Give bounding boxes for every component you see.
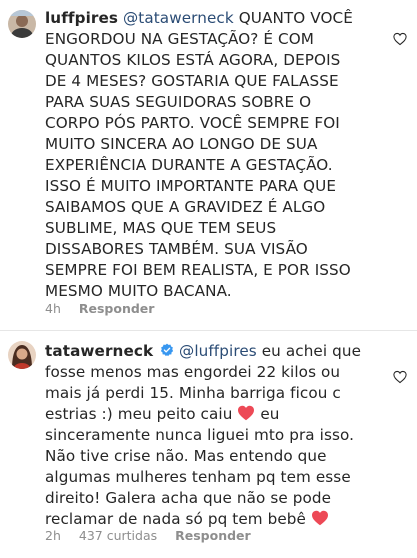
comment-time: 4h [45,301,61,316]
comment-line: MUITO SINCERA AO LONGO DE SUA [45,135,318,153]
comment-line: ENGORDOU NA GESTAÇÃO? É COM [45,30,314,48]
comment-line: sinceramente nunca liguei mto pra isso. [45,426,355,444]
comment-line: estrias :) meu peito caiu [45,405,233,423]
comment-line: eu [260,405,280,423]
verified-badge-icon [160,343,174,357]
comment-line: eu achei que [261,342,362,360]
reply-button[interactable]: Responder [79,301,155,316]
avatar-luffpires[interactable] [8,10,36,38]
comment-line: QUANTO VOCÊ [238,9,353,27]
comment-mention[interactable]: @tatawerneck [123,9,234,27]
comment-username[interactable]: luffpires [45,9,118,27]
comment-text: tatawerneck @luffpires eu achei que foss… [45,341,385,530]
comment-line: algumas mulheres tenham pq tem esse [45,468,351,486]
comment-line: SAIBAMOS QUE A GRAVIDEZ É ALGO [45,198,326,216]
comment-line: CORPO PÓS PARTO. VOCÊ SEMPRE FOI [45,114,340,132]
comment-line: EXPERIÊNCIA DURANTE A GESTAÇÃO. [45,156,333,174]
comment-line: reclamar de nada só pq tem bebê [45,510,306,528]
comment-line: SEMPRE FOI BEM REALISTA, E POR ISSO [45,261,351,279]
comment-text: luffpires @tatawerneck QUANTO VOCÊ ENGOR… [45,8,385,302]
comment-line: PARA SUAS SEGUIDORAS SOBRE O [45,93,312,111]
comment-line: SUBLIME, MAS QUE TEM SEUS [45,219,277,237]
comment-time: 2h [45,528,61,543]
comment-line: fosse menos mas engordei 22 kilos ou [45,363,341,381]
likes-count[interactable]: 437 curtidas [79,528,157,543]
comment-line: ISSO É MUITO IMPORTANTE PARA QUE [45,177,337,195]
comment-username[interactable]: tatawerneck [45,342,153,360]
red-heart-emoji [238,405,255,421]
comment-mention[interactable]: @luffpires [179,342,257,360]
avatar-tatawerneck[interactable] [8,341,36,369]
comment-line: direito! Galera acha que não se pode [45,489,332,507]
comment-line: DE 4 MESES? GOSTARIA QUE FALASSE [45,72,339,90]
comment-line: DISSABORES TAMBÉM. SUA VISÃO [45,240,308,258]
heart-outline-icon[interactable] [393,370,407,384]
divider [0,330,417,331]
comment-line: MESMO MUITO BACANA. [45,282,232,300]
comment-line: mais já perdi 15. Minha barriga ficou c [45,384,341,402]
heart-outline-icon[interactable] [393,32,407,46]
reply-button[interactable]: Responder [175,528,251,543]
comment-meta: 2h 437 curtidas Responder [45,528,265,543]
comment-line: QUANTOS KILOS ESTÁ AGORA, DEPOIS [45,51,341,69]
comment-meta: 4h Responder [45,301,168,316]
comment-line: Não tive crise não. Mas entendo que [45,447,327,465]
red-heart-emoji [311,510,328,526]
